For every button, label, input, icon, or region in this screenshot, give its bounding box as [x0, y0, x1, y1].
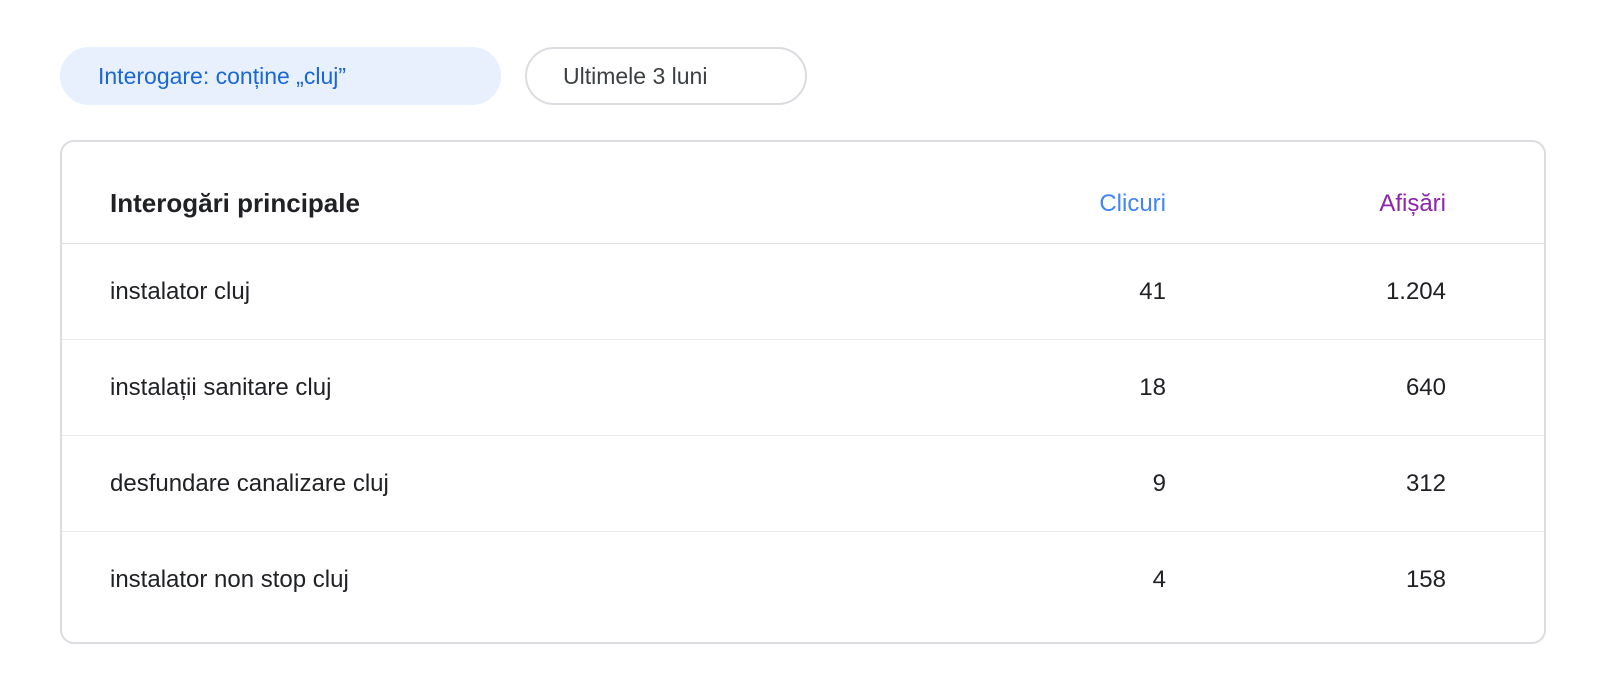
query-cell: instalator cluj [110, 277, 251, 305]
table-row[interactable]: instalații sanitare cluj 18 640 [62, 340, 1544, 436]
clicks-cell: 4 [1152, 566, 1166, 593]
query-cell: instalator non stop cluj [110, 566, 349, 593]
impressions-column-header[interactable]: Afișări [1166, 190, 1446, 218]
query-cell: desfundare canalizare cluj [110, 469, 389, 497]
filter-bar: Interogare: conține „cluj” Ultimele 3 lu… [60, 47, 807, 105]
query-cell: instalații sanitare cluj [110, 373, 332, 401]
table-title: Interogări principale [110, 188, 360, 218]
impressions-cell: 640 [1405, 373, 1446, 401]
impressions-cell: 1.204 [1385, 277, 1446, 305]
impressions-cell: 158 [1405, 566, 1446, 593]
table-row[interactable]: instalator non stop cluj 4 158 [62, 532, 1544, 628]
table-header: Interogări principale Clicuri Afișări [62, 142, 1544, 244]
top-queries-card: Interogări principale Clicuri Afișări in… [60, 140, 1546, 644]
table-row[interactable]: desfundare canalizare cluj 9 312 [62, 436, 1544, 532]
clicks-column-header[interactable]: Clicuri [866, 190, 1166, 218]
clicks-cell: 18 [1139, 373, 1166, 401]
query-filter-chip[interactable]: Interogare: conține „cluj” [60, 47, 501, 105]
clicks-cell: 9 [1152, 469, 1166, 497]
impressions-cell: 312 [1405, 469, 1446, 497]
table-row[interactable]: instalator cluj 41 1.204 [62, 244, 1544, 340]
clicks-cell: 41 [1139, 277, 1166, 305]
date-range-chip[interactable]: Ultimele 3 luni [525, 47, 807, 105]
